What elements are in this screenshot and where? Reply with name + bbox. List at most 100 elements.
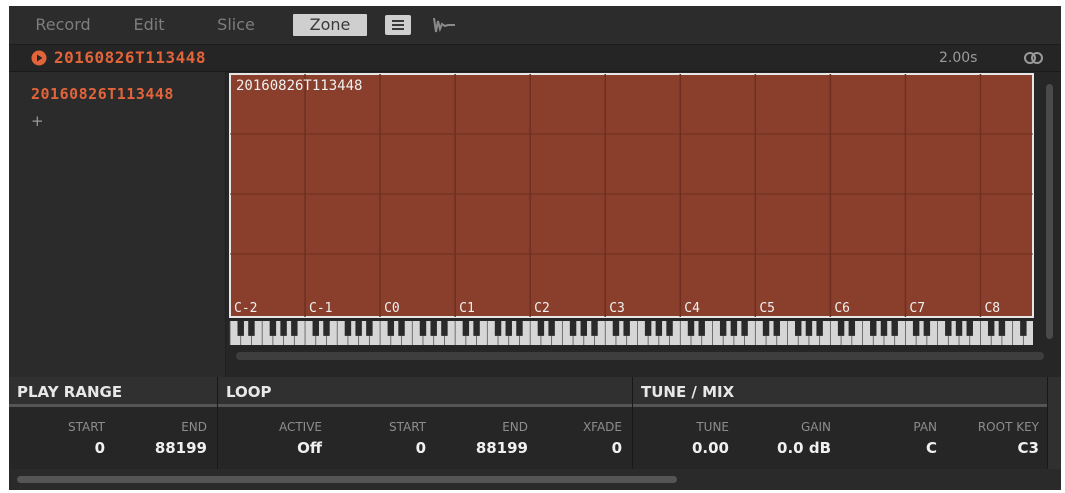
octave-label: C3 bbox=[609, 301, 625, 316]
black-key[interactable] bbox=[591, 321, 598, 336]
octave-label: C1 bbox=[459, 301, 475, 316]
param-label: START bbox=[67, 420, 105, 434]
black-key[interactable] bbox=[366, 321, 373, 336]
root-key-value[interactable]: C3 bbox=[951, 439, 1039, 457]
tab-slice[interactable]: Slice bbox=[205, 14, 267, 36]
page-scrollbar[interactable] bbox=[17, 476, 677, 483]
black-key[interactable] bbox=[698, 321, 705, 336]
sample-name: 20160826T113448 bbox=[54, 48, 206, 67]
black-key[interactable] bbox=[430, 321, 437, 336]
black-key[interactable] bbox=[987, 321, 995, 336]
black-key[interactable] bbox=[655, 321, 663, 336]
black-key[interactable] bbox=[794, 321, 802, 336]
black-key[interactable] bbox=[741, 321, 748, 336]
black-key[interactable] bbox=[355, 321, 362, 336]
black-key[interactable] bbox=[291, 321, 298, 336]
black-key[interactable] bbox=[848, 321, 856, 336]
black-key[interactable] bbox=[248, 321, 255, 336]
vertical-scrollbar[interactable] bbox=[1046, 84, 1053, 339]
add-sample-button[interactable]: + bbox=[31, 112, 44, 130]
black-key[interactable] bbox=[462, 321, 470, 336]
loop-active-value[interactable]: Off bbox=[238, 439, 322, 457]
param-label: ROOT KEY bbox=[977, 420, 1039, 434]
tab-record[interactable]: Record bbox=[23, 14, 103, 36]
bottom-bar bbox=[9, 469, 1061, 490]
black-key[interactable] bbox=[441, 321, 448, 336]
zone-rectangle[interactable] bbox=[229, 73, 1034, 318]
black-key[interactable] bbox=[719, 321, 727, 336]
black-key[interactable] bbox=[387, 321, 395, 336]
black-key[interactable] bbox=[644, 321, 652, 336]
black-key[interactable] bbox=[516, 321, 523, 336]
black-key[interactable] bbox=[773, 321, 780, 336]
black-key[interactable] bbox=[1020, 321, 1027, 336]
tune-value[interactable]: 0.00 bbox=[653, 439, 729, 457]
loop-end-value[interactable]: 88199 bbox=[438, 439, 528, 457]
black-key[interactable] bbox=[623, 321, 630, 336]
waveform-icon[interactable] bbox=[433, 15, 461, 35]
black-key[interactable] bbox=[666, 321, 673, 336]
horizontal-scrollbar[interactable] bbox=[236, 352, 1044, 360]
black-key[interactable] bbox=[945, 321, 952, 336]
black-key[interactable] bbox=[323, 321, 330, 336]
pan-value[interactable]: C bbox=[853, 439, 937, 457]
duration-readout: 2.00s bbox=[939, 50, 978, 66]
black-key[interactable] bbox=[805, 321, 813, 336]
zone-map-canvas: 20160826T113448 C-2 C-1 C0 C1 C2 C3 C4 C5 C6 C7 C8 bbox=[229, 73, 1034, 345]
black-key[interactable] bbox=[237, 321, 244, 336]
black-key[interactable] bbox=[473, 321, 480, 336]
tab-zone[interactable]: Zone bbox=[293, 14, 367, 36]
piano-keyboard[interactable] bbox=[229, 321, 1033, 345]
black-key[interactable] bbox=[966, 321, 973, 336]
play-icon[interactable] bbox=[31, 50, 47, 66]
black-key[interactable] bbox=[419, 321, 427, 336]
play-end-value[interactable]: 88199 bbox=[119, 439, 207, 457]
black-key[interactable] bbox=[569, 321, 577, 336]
tune-mix-title: TUNE / MIX bbox=[633, 377, 1047, 407]
menu-icon[interactable] bbox=[385, 15, 411, 35]
black-key[interactable] bbox=[269, 321, 277, 336]
gain-value[interactable]: 0.0 dB bbox=[753, 439, 831, 457]
black-key[interactable] bbox=[923, 321, 931, 336]
black-key[interactable] bbox=[344, 321, 352, 336]
param-label: START bbox=[388, 420, 426, 434]
tab-bar: Record Edit Slice Zone bbox=[9, 6, 1061, 45]
loop-xfade-value[interactable]: 0 bbox=[538, 439, 622, 457]
octave-label: C7 bbox=[909, 301, 925, 316]
black-key[interactable] bbox=[730, 321, 738, 336]
next-section-stub bbox=[1048, 377, 1061, 469]
black-key[interactable] bbox=[762, 321, 770, 336]
black-key[interactable] bbox=[998, 321, 1006, 336]
black-key[interactable] bbox=[870, 321, 877, 336]
param-label: PAN bbox=[913, 420, 937, 434]
zone-label: 20160826T113448 bbox=[236, 78, 362, 94]
black-key[interactable] bbox=[398, 321, 405, 336]
loop-title: LOOP bbox=[218, 377, 632, 407]
param-label: ACTIVE bbox=[278, 420, 322, 434]
sample-list-item[interactable]: 20160826T113448 bbox=[31, 85, 174, 103]
param-label: XFADE bbox=[582, 420, 622, 434]
black-key[interactable] bbox=[312, 321, 319, 336]
loop-start-value[interactable]: 0 bbox=[340, 439, 426, 457]
black-key[interactable] bbox=[687, 321, 695, 336]
black-key[interactable] bbox=[955, 321, 963, 336]
loop-section: LOOP ACTIVE START END XFADE Off 0 88199 … bbox=[218, 377, 633, 469]
black-key[interactable] bbox=[494, 321, 502, 336]
black-key[interactable] bbox=[880, 321, 888, 336]
tab-edit[interactable]: Edit bbox=[121, 14, 177, 36]
black-key[interactable] bbox=[537, 321, 545, 336]
play-range-section: PLAY RANGE START END 0 88199 bbox=[9, 377, 218, 469]
black-key[interactable] bbox=[280, 321, 287, 336]
black-key[interactable] bbox=[837, 321, 845, 336]
black-key[interactable] bbox=[580, 321, 588, 336]
octave-label: C2 bbox=[534, 301, 550, 316]
link-icon[interactable] bbox=[1023, 51, 1045, 65]
black-key[interactable] bbox=[548, 321, 555, 336]
octave-label: C0 bbox=[384, 301, 400, 316]
black-key[interactable] bbox=[912, 321, 920, 336]
black-key[interactable] bbox=[816, 321, 823, 336]
black-key[interactable] bbox=[612, 321, 620, 336]
black-key[interactable] bbox=[505, 321, 512, 336]
play-start-value[interactable]: 0 bbox=[29, 439, 105, 457]
black-key[interactable] bbox=[891, 321, 898, 336]
